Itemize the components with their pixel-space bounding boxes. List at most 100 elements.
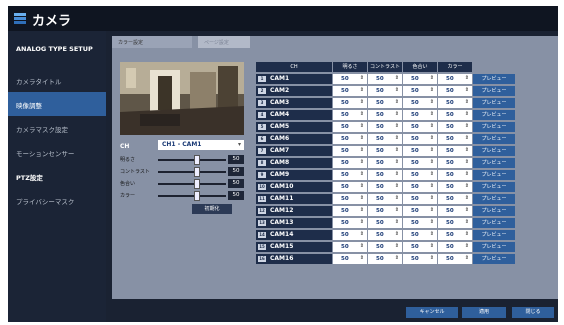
value-spinner[interactable]: 50 ⇕ <box>438 98 472 108</box>
value-spinner[interactable]: 50 ⇕ <box>333 254 367 264</box>
contrast-slider[interactable] <box>158 167 226 177</box>
spinner-arrows-icon[interactable]: ⇕ <box>465 231 469 237</box>
sidebar-item-camera-title[interactable]: カメラタイトル <box>8 68 106 92</box>
spinner-arrows-icon[interactable]: ⇕ <box>465 195 469 201</box>
value-spinner[interactable]: 50 ⇕ <box>333 194 367 204</box>
value-spinner[interactable]: 50 ⇕ <box>368 218 402 228</box>
value-spinner[interactable]: 50 ⇕ <box>403 230 437 240</box>
value-spinner[interactable]: 50 ⇕ <box>438 86 472 96</box>
spinner-arrows-icon[interactable]: ⇕ <box>395 135 399 141</box>
value-spinner[interactable]: 50 ⇕ <box>403 254 437 264</box>
spinner-arrows-icon[interactable]: ⇕ <box>430 147 434 153</box>
value-spinner[interactable]: 50 ⇕ <box>368 194 402 204</box>
value-spinner[interactable]: 50 ⇕ <box>438 254 472 264</box>
value-spinner[interactable]: 50 ⇕ <box>403 110 437 120</box>
value-spinner[interactable]: 50 ⇕ <box>368 206 402 216</box>
preview-button[interactable]: プレビュー <box>473 122 515 132</box>
spinner-arrows-icon[interactable]: ⇕ <box>360 123 364 129</box>
value-spinner[interactable]: 50 ⇕ <box>438 158 472 168</box>
value-spinner[interactable]: 50 ⇕ <box>333 230 367 240</box>
value-spinner[interactable]: 50 ⇕ <box>368 110 402 120</box>
spinner-arrows-icon[interactable]: ⇕ <box>430 171 434 177</box>
spinner-arrows-icon[interactable]: ⇕ <box>360 255 364 261</box>
spinner-arrows-icon[interactable]: ⇕ <box>395 183 399 189</box>
preview-button[interactable]: プレビュー <box>473 110 515 120</box>
value-spinner[interactable]: 50 ⇕ <box>403 86 437 96</box>
value-spinner[interactable]: 50 ⇕ <box>438 242 472 252</box>
spinner-arrows-icon[interactable]: ⇕ <box>430 123 434 129</box>
spinner-arrows-icon[interactable]: ⇕ <box>430 75 434 81</box>
preview-button[interactable]: プレビュー <box>473 230 515 240</box>
spinner-arrows-icon[interactable]: ⇕ <box>395 99 399 105</box>
spinner-arrows-icon[interactable]: ⇕ <box>465 87 469 93</box>
spinner-arrows-icon[interactable]: ⇕ <box>395 147 399 153</box>
value-spinner[interactable]: 50 ⇕ <box>368 170 402 180</box>
value-spinner[interactable]: 50 ⇕ <box>403 170 437 180</box>
spinner-arrows-icon[interactable]: ⇕ <box>465 147 469 153</box>
value-spinner[interactable]: 50 ⇕ <box>333 158 367 168</box>
sidebar-item-motion-sensor[interactable]: モーションセンサー <box>8 140 106 164</box>
value-spinner[interactable]: 50 ⇕ <box>333 122 367 132</box>
sidebar-item-image-adjust[interactable]: 映像調整 <box>8 92 106 116</box>
spinner-arrows-icon[interactable]: ⇕ <box>430 219 434 225</box>
value-spinner[interactable]: 50 ⇕ <box>438 122 472 132</box>
hue-value[interactable]: 50 <box>228 179 244 188</box>
value-spinner[interactable]: 50 ⇕ <box>403 146 437 156</box>
brightness-value[interactable]: 50 <box>228 155 244 164</box>
value-spinner[interactable]: 50 ⇕ <box>438 206 472 216</box>
slider-thumb[interactable] <box>194 167 200 177</box>
value-spinner[interactable]: 50 ⇕ <box>403 242 437 252</box>
spinner-arrows-icon[interactable]: ⇕ <box>395 231 399 237</box>
preview-button[interactable]: プレビュー <box>473 98 515 108</box>
value-spinner[interactable]: 50 ⇕ <box>403 98 437 108</box>
spinner-arrows-icon[interactable]: ⇕ <box>360 135 364 141</box>
tab-page-settings[interactable]: ページ設定 <box>198 36 250 48</box>
spinner-arrows-icon[interactable]: ⇕ <box>395 171 399 177</box>
spinner-arrows-icon[interactable]: ⇕ <box>395 123 399 129</box>
spinner-arrows-icon[interactable]: ⇕ <box>395 111 399 117</box>
spinner-arrows-icon[interactable]: ⇕ <box>465 183 469 189</box>
value-spinner[interactable]: 50 ⇕ <box>438 230 472 240</box>
spinner-arrows-icon[interactable]: ⇕ <box>430 255 434 261</box>
value-spinner[interactable]: 50 ⇕ <box>333 242 367 252</box>
value-spinner[interactable]: 50 ⇕ <box>403 134 437 144</box>
value-spinner[interactable]: 50 ⇕ <box>368 242 402 252</box>
preview-button[interactable]: プレビュー <box>473 158 515 168</box>
sidebar-item-ptz[interactable]: PTZ設定 <box>8 164 106 188</box>
spinner-arrows-icon[interactable]: ⇕ <box>395 159 399 165</box>
value-spinner[interactable]: 50 ⇕ <box>368 98 402 108</box>
value-spinner[interactable]: 50 ⇕ <box>403 182 437 192</box>
value-spinner[interactable]: 50 ⇕ <box>333 74 367 84</box>
close-button[interactable]: 閉じる <box>512 307 554 318</box>
preview-button[interactable]: プレビュー <box>473 86 515 96</box>
brightness-slider[interactable] <box>158 155 226 165</box>
spinner-arrows-icon[interactable]: ⇕ <box>430 135 434 141</box>
spinner-arrows-icon[interactable]: ⇕ <box>465 75 469 81</box>
initialize-button[interactable]: 初期化 <box>192 204 232 214</box>
spinner-arrows-icon[interactable]: ⇕ <box>360 243 364 249</box>
spinner-arrows-icon[interactable]: ⇕ <box>430 99 434 105</box>
preview-button[interactable]: プレビュー <box>473 134 515 144</box>
spinner-arrows-icon[interactable]: ⇕ <box>465 135 469 141</box>
value-spinner[interactable]: 50 ⇕ <box>403 122 437 132</box>
value-spinner[interactable]: 50 ⇕ <box>438 170 472 180</box>
spinner-arrows-icon[interactable]: ⇕ <box>465 219 469 225</box>
value-spinner[interactable]: 50 ⇕ <box>333 98 367 108</box>
spinner-arrows-icon[interactable]: ⇕ <box>360 219 364 225</box>
sidebar-item-camera-mask[interactable]: カメラマスク設定 <box>8 116 106 140</box>
value-spinner[interactable]: 50 ⇕ <box>333 218 367 228</box>
spinner-arrows-icon[interactable]: ⇕ <box>430 195 434 201</box>
spinner-arrows-icon[interactable]: ⇕ <box>465 99 469 105</box>
spinner-arrows-icon[interactable]: ⇕ <box>465 159 469 165</box>
preview-button[interactable]: プレビュー <box>473 218 515 228</box>
value-spinner[interactable]: 50 ⇕ <box>403 74 437 84</box>
preview-button[interactable]: プレビュー <box>473 242 515 252</box>
cancel-button[interactable]: キャンセル <box>406 307 458 318</box>
spinner-arrows-icon[interactable]: ⇕ <box>465 111 469 117</box>
value-spinner[interactable]: 50 ⇕ <box>333 134 367 144</box>
value-spinner[interactable]: 50 ⇕ <box>368 254 402 264</box>
value-spinner[interactable]: 50 ⇕ <box>368 158 402 168</box>
value-spinner[interactable]: 50 ⇕ <box>368 134 402 144</box>
value-spinner[interactable]: 50 ⇕ <box>403 158 437 168</box>
value-spinner[interactable]: 50 ⇕ <box>438 194 472 204</box>
